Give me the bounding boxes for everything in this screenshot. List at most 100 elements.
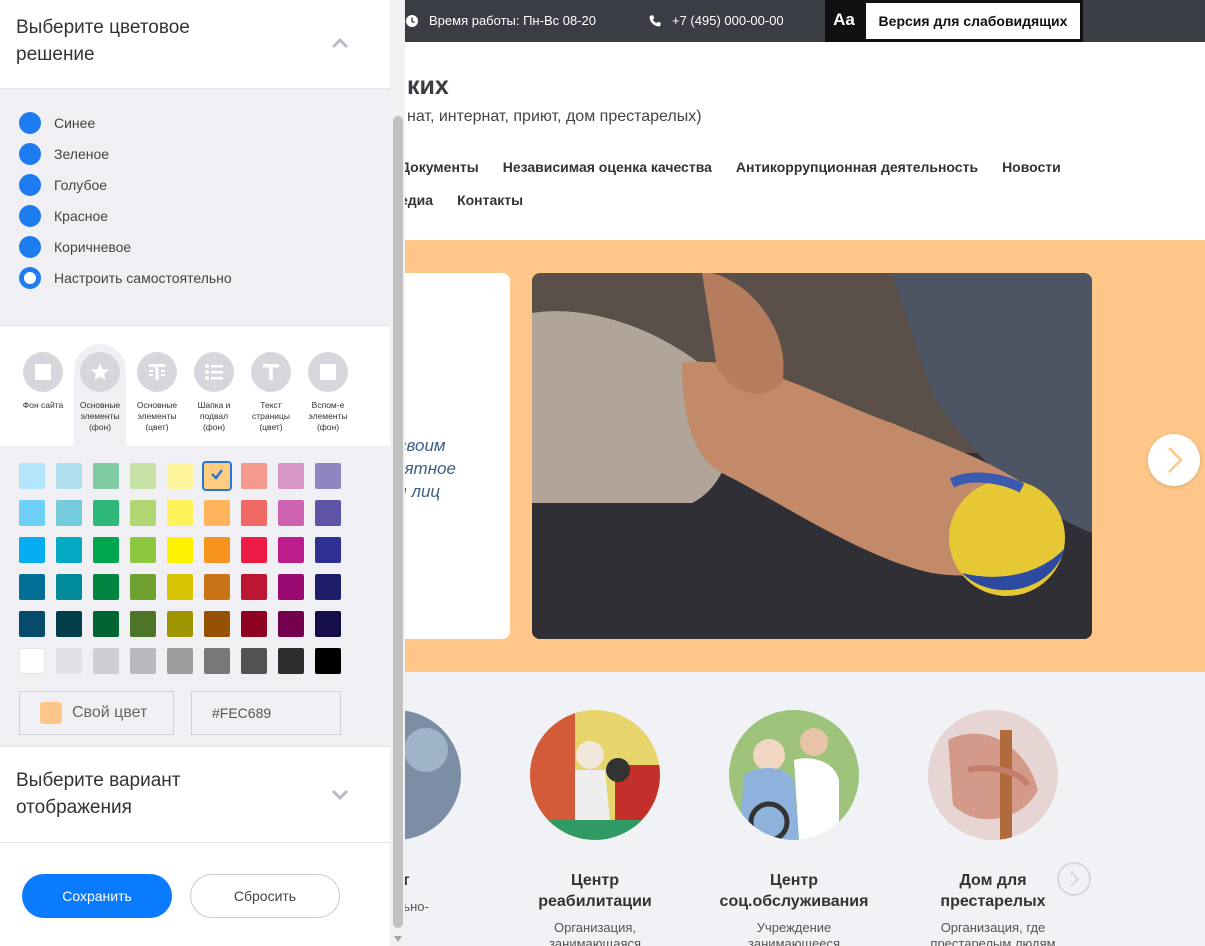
color-swatch[interactable]	[241, 611, 267, 637]
nav-item-documents[interactable]: Документы	[400, 159, 479, 175]
color-swatch[interactable]	[93, 500, 119, 526]
scheme-option-custom[interactable]: Настроить самостоятельно	[19, 267, 232, 289]
scrollbar-thumb[interactable]	[393, 116, 403, 928]
color-swatch[interactable]	[167, 574, 193, 600]
color-swatch[interactable]	[278, 611, 304, 637]
radio-button[interactable]	[19, 174, 41, 196]
color-swatch[interactable]	[241, 500, 267, 526]
display-section-header[interactable]: Выберите вариант отображения	[0, 747, 390, 842]
color-swatch[interactable]	[241, 463, 267, 489]
color-swatch[interactable]	[278, 648, 304, 674]
nav-item-news[interactable]: Новости	[1002, 159, 1061, 175]
tab-site-background[interactable]: Фон сайта	[17, 344, 69, 411]
nav-item-contacts[interactable]: Контакты	[457, 192, 523, 208]
color-swatch[interactable]	[19, 648, 45, 674]
color-swatch[interactable]	[93, 648, 119, 674]
tab-main-elements-bg[interactable]: Основные элементы (фон)	[74, 344, 126, 446]
service-card[interactable]: Центр соц.обслуживания Учреждение занимающ…	[704, 710, 884, 946]
radio-button[interactable]	[19, 143, 41, 165]
color-swatch[interactable]	[93, 574, 119, 600]
color-swatch[interactable]	[130, 611, 156, 637]
color-swatch[interactable]	[241, 537, 267, 563]
color-swatch[interactable]	[167, 611, 193, 637]
color-swatch[interactable]	[19, 463, 45, 489]
hex-color-input[interactable]: #FEC689	[191, 691, 341, 735]
color-swatch[interactable]	[56, 500, 82, 526]
service-card[interactable]: Центр реабилитации Организация, занимающая…	[505, 710, 685, 946]
color-swatch[interactable]	[315, 611, 341, 637]
nav-item-quality[interactable]: Независимая оценка качества	[503, 159, 712, 175]
radio-button-selected[interactable]	[19, 267, 41, 289]
color-swatch[interactable]	[130, 574, 156, 600]
color-swatch[interactable]	[130, 463, 156, 489]
color-swatch[interactable]	[56, 611, 82, 637]
tab-aux-elements[interactable]: Вспом-е элементы (фон)	[302, 344, 354, 433]
scheme-option-brown[interactable]: Коричневое	[19, 236, 131, 258]
tab-header-footer[interactable]: Шапка и подвал (фон)	[188, 344, 240, 433]
chevron-up-icon[interactable]	[330, 36, 350, 50]
hero-text-line: своим	[398, 436, 446, 455]
color-swatch[interactable]	[19, 500, 45, 526]
color-swatch[interactable]	[56, 648, 82, 674]
color-swatch[interactable]	[167, 537, 193, 563]
color-swatch[interactable]	[93, 537, 119, 563]
color-swatch[interactable]	[278, 463, 304, 489]
color-swatch[interactable]	[241, 648, 267, 674]
service-card[interactable]: Дом для престарелых Организация, где прест…	[903, 710, 1083, 946]
radio-button[interactable]	[19, 112, 41, 134]
visually-impaired-button[interactable]: Версия для слабовидящих	[863, 0, 1083, 42]
hero-next-button[interactable]	[1148, 434, 1200, 486]
color-swatch[interactable]	[93, 611, 119, 637]
tab-page-text[interactable]: Текст страницы (цвет)	[245, 344, 297, 433]
scheme-option-red[interactable]: Красное	[19, 205, 108, 227]
scheme-option-blue[interactable]: Синее	[19, 112, 95, 134]
color-swatch[interactable]	[19, 537, 45, 563]
color-swatch[interactable]	[241, 574, 267, 600]
color-swatch[interactable]	[130, 500, 156, 526]
color-swatch[interactable]	[315, 537, 341, 563]
color-swatch[interactable]	[278, 500, 304, 526]
color-swatch[interactable]	[204, 500, 230, 526]
services-next-button[interactable]	[1057, 862, 1091, 896]
color-swatch[interactable]	[93, 463, 119, 489]
scheme-option-green[interactable]: Зеленое	[19, 143, 109, 165]
color-swatch[interactable]	[204, 611, 230, 637]
tab-main-elements-color[interactable]: Основные элементы (цвет)	[131, 344, 183, 433]
color-swatch[interactable]	[202, 461, 232, 491]
color-swatch[interactable]	[315, 648, 341, 674]
site-subtitle: нат, интернат, приют, дом престарелых)	[407, 108, 702, 125]
color-swatch[interactable]	[56, 463, 82, 489]
save-button[interactable]: Сохранить	[22, 874, 172, 918]
color-swatch[interactable]	[56, 574, 82, 600]
phone-number[interactable]: +7 (495) 000-00-00	[648, 13, 784, 28]
color-swatch[interactable]	[278, 574, 304, 600]
color-swatch[interactable]	[56, 537, 82, 563]
custom-color-button[interactable]: Свой цвет	[19, 691, 174, 735]
color-swatch[interactable]	[167, 648, 193, 674]
color-swatch[interactable]	[315, 463, 341, 489]
service-desc: Организация, занимающаяся	[505, 920, 685, 946]
service-desc-line: Учреждение	[756, 920, 832, 935]
color-swatch[interactable]	[167, 500, 193, 526]
scheme-option-lightblue[interactable]: Голубое	[19, 174, 107, 196]
chevron-down-icon[interactable]	[330, 787, 350, 801]
color-swatch[interactable]	[204, 574, 230, 600]
scroll-down-icon[interactable]	[394, 936, 402, 942]
color-swatch[interactable]	[278, 537, 304, 563]
radio-button[interactable]	[19, 236, 41, 258]
color-swatch[interactable]	[19, 574, 45, 600]
color-swatch[interactable]	[204, 648, 230, 674]
color-swatch[interactable]	[204, 537, 230, 563]
nav-item-anticorruption[interactable]: Антикоррупционная деятельность	[736, 159, 978, 175]
radio-button[interactable]	[19, 205, 41, 227]
color-swatch[interactable]	[19, 611, 45, 637]
color-swatch[interactable]	[315, 574, 341, 600]
service-desc-line: занимающаяся	[548, 936, 642, 946]
color-swatch[interactable]	[130, 537, 156, 563]
reset-button[interactable]: Сбросить	[190, 874, 340, 918]
color-section-header[interactable]: Выберите цветовое решение	[0, 0, 390, 88]
color-swatch[interactable]	[130, 648, 156, 674]
color-swatch[interactable]	[315, 500, 341, 526]
color-swatch[interactable]	[167, 463, 193, 489]
service-photo	[530, 710, 660, 840]
